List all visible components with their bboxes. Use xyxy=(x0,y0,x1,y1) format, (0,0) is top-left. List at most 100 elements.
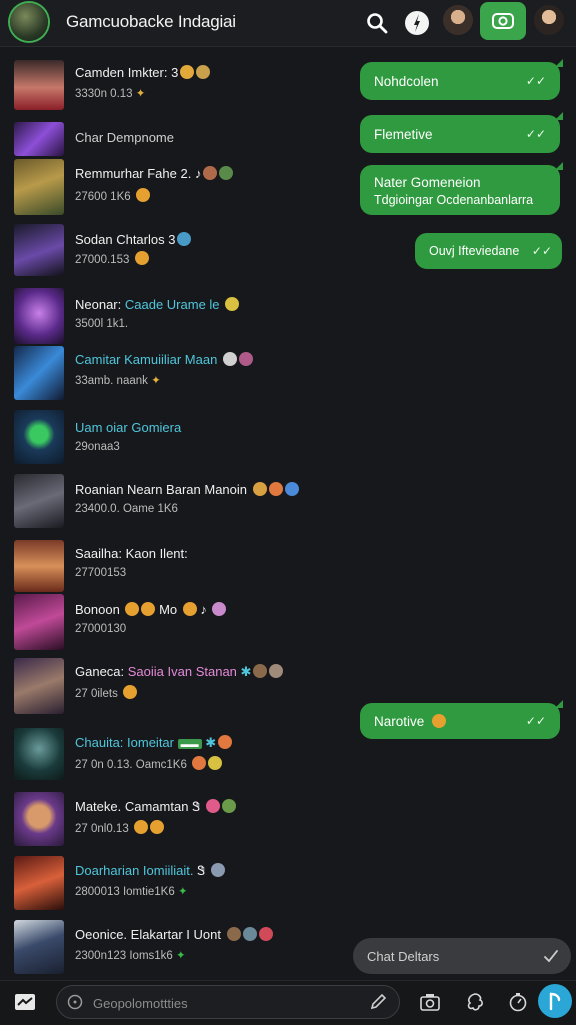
camera-icon[interactable] xyxy=(415,987,445,1017)
chat-row[interactable]: Ganeca: Saoiia Ivan Stanan ✱ 27 0ilets xyxy=(0,658,340,718)
app-avatar[interactable] xyxy=(10,3,48,41)
chat-row[interactable]: Roanian Nearn Baran Manoin 23400.0. Oame… xyxy=(0,474,340,534)
send-button[interactable] xyxy=(538,984,572,1018)
chat-row[interactable]: Doarharian Iomiiliait. Ꮥ 2800013 Iomtie1… xyxy=(0,856,340,916)
chat-thumbnail xyxy=(14,658,64,714)
user-avatar[interactable] xyxy=(534,5,564,35)
chat-meta: 27 0ilets xyxy=(75,688,118,700)
emoji-icon: Ꮥ xyxy=(192,799,201,814)
chat-thumbnail xyxy=(14,410,64,464)
message-input[interactable] xyxy=(91,992,355,1014)
chat-meta: 23400.0. Oame 1K6 xyxy=(75,503,178,515)
emoji-icon xyxy=(123,685,138,699)
menu-icon[interactable] xyxy=(10,987,40,1017)
chat-meta: 27700153 xyxy=(75,567,127,579)
emoji-icon xyxy=(284,482,299,496)
badge-icon: ▬▬ xyxy=(177,739,202,749)
emoji-icon xyxy=(125,602,140,616)
profile-avatar[interactable] xyxy=(443,5,473,35)
emoji-picker-icon[interactable] xyxy=(67,994,83,1010)
chat-details-label: Chat Deltars xyxy=(367,949,440,964)
emoji-icon xyxy=(268,482,283,496)
pin-icon: ✦ xyxy=(151,375,161,387)
search-icon[interactable] xyxy=(360,6,394,40)
chat-meta: 2800013 Iomtie1K6 xyxy=(75,886,175,898)
message-text: Nater Gomeneion xyxy=(374,175,481,190)
emoji-icon xyxy=(180,65,195,79)
chat-meta: 27600 1K6 xyxy=(75,191,131,203)
chat-row[interactable]: Bonoon Mo ♪ 27000130 xyxy=(0,594,340,654)
message-bubble[interactable]: Ouvj Ifteviedane ✓✓ xyxy=(415,233,562,269)
chat-thumbnail xyxy=(14,288,64,344)
message-text: Ouvj Ifteviedane xyxy=(429,244,520,258)
chat-name: Saailha: Kaon Ilent: xyxy=(75,546,188,561)
message-bubble[interactable]: Nater Gomeneion Tdgioingar Ocdenanbanlar… xyxy=(360,162,563,215)
emoji-icon xyxy=(225,297,240,311)
emoji-icon xyxy=(135,188,150,202)
chat-row[interactable]: Camden Imkter: 3 3330n 0.13 ✦ xyxy=(0,60,340,120)
pencil-icon[interactable] xyxy=(369,993,387,1011)
message-bubble[interactable]: Nohdcolen ✓✓ xyxy=(360,59,563,100)
video-call-icon xyxy=(492,13,514,29)
compass-icon[interactable] xyxy=(400,6,434,40)
message-text: Narotive xyxy=(374,714,425,729)
pin-icon: ✦ xyxy=(135,88,146,100)
emoji-icon xyxy=(242,927,257,941)
bubble-tail xyxy=(555,700,563,708)
chat-name: Neonar: xyxy=(75,297,125,312)
chat-row[interactable]: Uam oiar Gomiera 29onaa3 xyxy=(0,410,340,470)
chat-meta: 3330n 0.13 xyxy=(75,88,133,100)
read-receipt-icon: ✓✓ xyxy=(525,74,546,88)
chat-thumbnail xyxy=(14,594,64,650)
chat-name-accent: Camitar Kamuiiliar Maan xyxy=(75,352,218,367)
chat-row[interactable]: Neonar: Caade Urame le 3500l 1k1. xyxy=(0,288,340,348)
chat-row[interactable]: Saailha: Kaon Ilent: 27700153 xyxy=(0,540,340,600)
chat-row[interactable]: Remmurhar Fahe 2. ♪ 27600 1K6 xyxy=(0,159,340,219)
bubble-tail xyxy=(555,162,563,170)
chat-row[interactable]: Camitar Kamuiiliar Maan 33amb. naank ✦ xyxy=(0,346,340,406)
check-icon xyxy=(544,950,558,963)
chat-row[interactable]: Mateke. Camamtan Ꮥ 27 0nl0.13 xyxy=(0,792,340,852)
emoji-icon xyxy=(205,799,220,813)
chat-name: Char Dempnome xyxy=(75,130,174,145)
emoji-icon: 3 xyxy=(171,65,179,80)
chat-name-accent: Uam oiar Gomiera xyxy=(75,420,182,435)
emoji-icon: ♪ xyxy=(194,166,202,181)
chat-meta: 27 0n 0.13. Oamc1K6 xyxy=(75,759,187,771)
emoji-icon xyxy=(203,166,218,180)
pin-icon: ✦ xyxy=(176,950,186,962)
chat-name-accent: Caade Urame le xyxy=(124,297,220,312)
chat-name: Remmurhar Fahe 2. xyxy=(75,166,192,181)
emoji-icon xyxy=(141,602,156,616)
read-receipt-icon: ✓✓ xyxy=(525,127,546,141)
chat-name-accent: Doarharian Iomiiliait. xyxy=(75,863,194,878)
chat-meta: 2300n123 Ioms1k6 xyxy=(75,950,173,962)
timer-icon[interactable] xyxy=(503,987,533,1017)
chat-details-button[interactable]: Chat Deltars xyxy=(353,938,571,974)
emoji-icon xyxy=(134,251,149,265)
emoji-icon xyxy=(221,799,236,813)
chat-row[interactable]: Oeonice. Elakartar I Uont 2300n123 Ioms1… xyxy=(0,920,340,980)
app-title: Gamcuobacke Indagiai xyxy=(66,12,236,31)
emoji-icon xyxy=(219,166,234,180)
emoji-icon: Ꮥ xyxy=(197,863,206,878)
emoji-icon xyxy=(208,756,223,770)
message-bubble[interactable]: Flemetive ✓✓ xyxy=(360,112,563,153)
emoji-icon xyxy=(149,820,164,834)
chat-name: Camden Imkter: xyxy=(75,65,168,80)
emoji-icon xyxy=(258,927,273,941)
message-bubble[interactable]: Narotive ✓✓ xyxy=(360,700,563,739)
emoji-icon xyxy=(196,65,211,79)
chat-thumbnail xyxy=(14,60,64,110)
emoji-icon xyxy=(253,664,268,678)
emoji-icon xyxy=(177,232,192,246)
video-call-button[interactable] xyxy=(480,2,526,40)
chat-meta: 27 0nl0.13 xyxy=(75,823,129,835)
chat-row[interactable]: Chauita: Iomeitar ▬▬ ✱ 27 0n 0.13. Oamc1… xyxy=(0,728,340,788)
sticker-icon[interactable] xyxy=(460,987,490,1017)
message-input-container[interactable] xyxy=(56,985,400,1019)
emoji-icon xyxy=(269,664,284,678)
chat-name: Roanian Nearn Baran Manoin xyxy=(75,482,247,497)
chat-name-accent: Uam oiar Gomiera xyxy=(75,420,181,435)
chat-row[interactable]: Sodan Chtarlos 3 27000.153 xyxy=(0,224,340,284)
